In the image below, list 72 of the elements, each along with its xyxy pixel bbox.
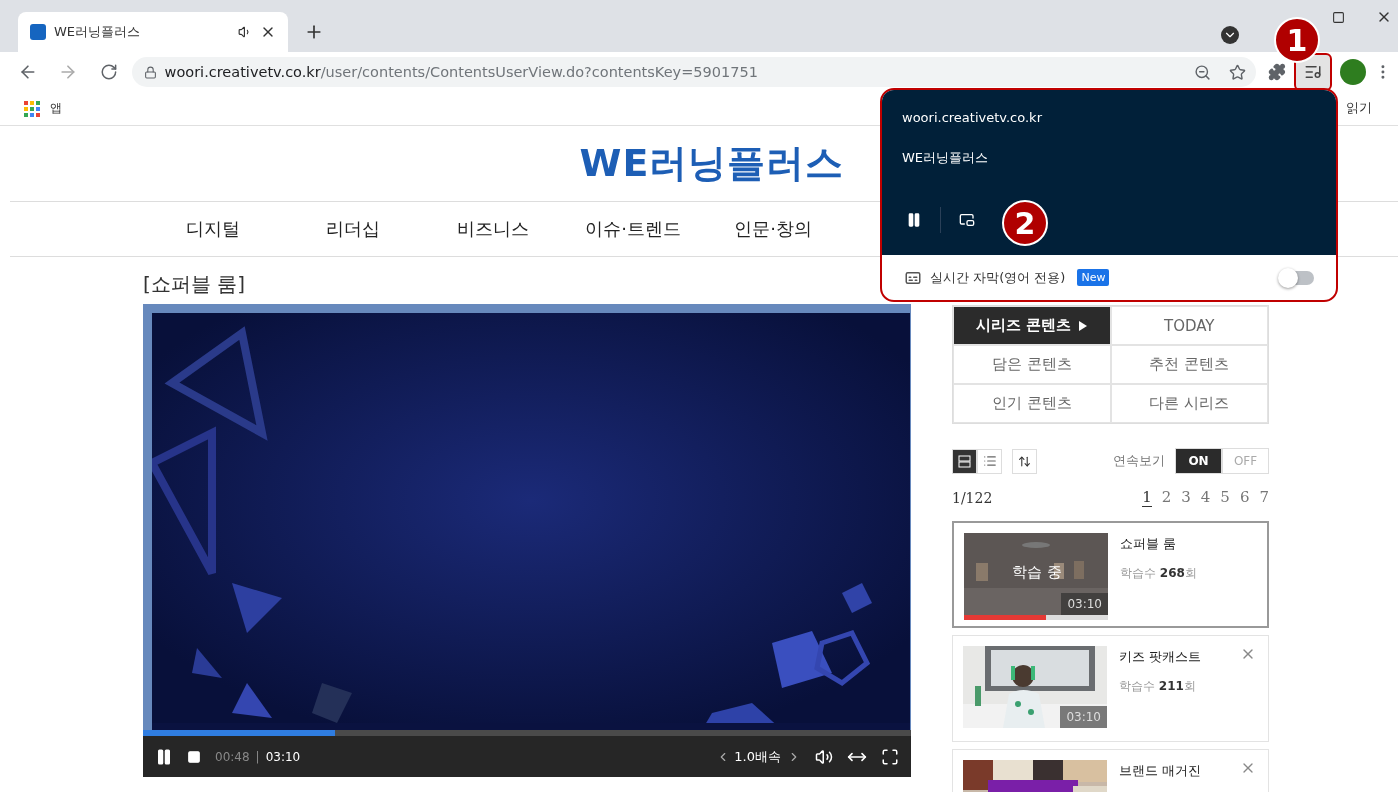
nav-link[interactable]: 인문·창의 <box>703 217 843 241</box>
zoom-icon[interactable] <box>1194 63 1212 81</box>
nav-link[interactable]: 이슈·트렌드 <box>563 217 703 241</box>
view-count: 학습수 268회 <box>1120 565 1197 582</box>
site-favicon-icon <box>30 24 46 40</box>
content-tab[interactable]: 인기 콘텐츠 <box>953 384 1111 423</box>
pause-icon <box>906 212 922 228</box>
content-title: [쇼퍼블 룸] <box>143 271 246 296</box>
card-view-button[interactable] <box>952 448 977 474</box>
playlist-card[interactable]: 03:10 키즈 팟캐스트 학습수 211회 <box>952 635 1269 742</box>
extensions-icon[interactable] <box>1268 63 1287 81</box>
page-link[interactable]: 3 <box>1181 488 1191 507</box>
page-link[interactable]: 5 <box>1220 488 1230 507</box>
content-tab[interactable]: 다른 시리즈 <box>1110 384 1268 423</box>
media-title: WE러닝플러스 <box>902 149 990 167</box>
card-view-icon <box>958 454 971 468</box>
caption-switch[interactable] <box>1280 270 1314 285</box>
content-tab[interactable]: 담은 콘텐츠 <box>953 345 1111 384</box>
picture-in-picture-icon <box>959 212 975 228</box>
autoplay-label: 연속보기 <box>1113 452 1165 470</box>
duration-label: 03:10 <box>1061 593 1108 615</box>
time-separator: | <box>255 749 260 764</box>
reload-button[interactable] <box>99 63 118 81</box>
media-site: woori.creativetv.co.kr <box>902 110 1043 125</box>
nav-link[interactable]: 디지털 <box>143 217 283 241</box>
autoplay-toggle[interactable]: ON <box>1175 448 1222 474</box>
lock-icon <box>143 65 157 79</box>
nav-link[interactable]: 비즈니스 <box>423 217 563 241</box>
apps-grid-icon[interactable] <box>24 100 40 117</box>
status-label: 학습 중 <box>1012 563 1062 582</box>
elapsed-time: 00:48 <box>215 749 250 764</box>
triangle-right-icon <box>1079 320 1088 331</box>
duration-label: 03:10 <box>1060 706 1107 728</box>
view-count: 학습수 211회 <box>1119 678 1197 695</box>
pause-button[interactable] <box>155 747 173 766</box>
list-icon <box>982 454 997 468</box>
browser-tab[interactable]: WE러닝플러스 <box>18 12 288 52</box>
content-tab[interactable]: TODAY <box>1110 306 1268 345</box>
nav-link[interactable]: 리더십 <box>283 217 423 241</box>
stop-button[interactable] <box>187 749 201 764</box>
page-count: 1/122 <box>952 489 993 506</box>
site-logo[interactable]: WE러닝플러스 <box>579 138 845 189</box>
url-text: woori.creativetv.co.kr/user/contents/ContentsUserView.do?contentsKey=5901751 <box>164 64 759 80</box>
reading-list-link[interactable]: 읽기 <box>1346 100 1372 117</box>
new-badge: New <box>1077 269 1110 286</box>
card-title: 쇼퍼블 룸 <box>1120 535 1178 553</box>
fullscreen-button[interactable] <box>881 747 899 766</box>
tab-search-button[interactable] <box>1221 26 1239 44</box>
bookmark-star-icon[interactable] <box>1229 63 1247 81</box>
profile-avatar[interactable] <box>1340 59 1367 85</box>
square-icon <box>1331 10 1345 24</box>
content-tab[interactable]: 추천 콘텐츠 <box>1110 345 1268 384</box>
address-bar[interactable]: woori.creativetv.co.kr/user/contents/ContentsUserView.do?contentsKey=5901751 <box>131 57 1257 87</box>
playlist-card[interactable]: 학습 중 03:10 쇼퍼블 룸 학습수 268회 <box>952 521 1269 628</box>
sort-arrows-icon <box>1018 454 1031 468</box>
page-link[interactable]: 6 <box>1239 488 1250 507</box>
caption-label: 실시간 자막(영어 전용) <box>930 268 1066 287</box>
page-link[interactable]: 4 <box>1200 488 1211 507</box>
page-link[interactable]: 7 <box>1259 488 1269 507</box>
page-link[interactable]: 2 <box>1161 488 1172 507</box>
page-link[interactable]: 1 <box>1142 488 1152 507</box>
card-title: 키즈 팟캐스트 <box>1119 648 1202 666</box>
pause-icon <box>155 747 173 766</box>
bookmark-link[interactable]: 앱 <box>50 100 62 117</box>
sort-button[interactable] <box>1012 448 1037 474</box>
playback-speed: 1.0배속 <box>734 747 781 766</box>
duration-time: 03:10 <box>265 749 301 764</box>
card-title: 브랜드 매거진 <box>1119 762 1202 780</box>
content-tab[interactable]: 시리즈 콘텐츠 <box>953 306 1111 345</box>
volume-button[interactable] <box>815 747 833 766</box>
playlist-card[interactable]: 브랜드 매거진 <box>952 749 1269 792</box>
music-list-icon <box>1304 63 1323 81</box>
